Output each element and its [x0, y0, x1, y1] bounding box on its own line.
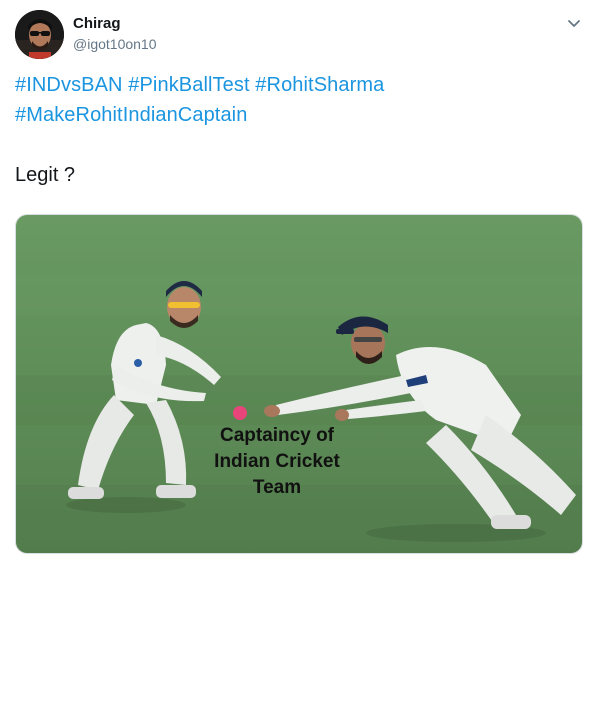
avatar[interactable] [15, 10, 64, 59]
user-handle[interactable]: @igot10on10 [73, 35, 157, 53]
hashtag-link[interactable]: #MakeRohitIndianCaptain [15, 104, 247, 126]
user-info[interactable]: Chirag @igot10on10 [73, 15, 157, 53]
tweet-header: Chirag @igot10on10 [15, 10, 585, 62]
meme-image [16, 215, 582, 553]
hashtag-link[interactable]: #INDvsBAN [15, 74, 123, 96]
hashtag-link[interactable]: #PinkBallTest [128, 74, 249, 96]
pink-ball [233, 406, 247, 420]
tweet-card: Chirag @igot10on10 #INDvsBAN #PinkBallTe… [0, 0, 598, 713]
display-name[interactable]: Chirag [73, 15, 157, 33]
tweet-body: Legit ? [15, 164, 76, 186]
chevron-down-icon[interactable] [565, 14, 583, 32]
hashtag-link[interactable]: #RohitSharma [255, 74, 384, 96]
tweet-media-image[interactable]: Captaincy of Indian Cricket Team [15, 214, 583, 554]
tweet-hashtags: #INDvsBAN #PinkBallTest #RohitSharma #Ma… [15, 70, 575, 130]
